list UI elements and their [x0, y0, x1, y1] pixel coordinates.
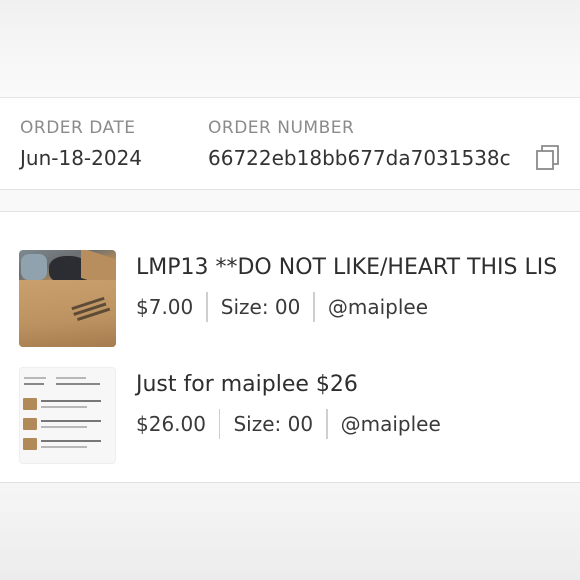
order-date-label: ORDER DATE [20, 118, 136, 138]
item-seller[interactable]: @maiplee [341, 412, 441, 436]
list-item[interactable]: Just for maiplee $26 $26.00 Size: 00 @ma… [0, 367, 580, 467]
order-summary-card: ORDER DATE Jun-18-2024 ORDER NUMBER 6672… [0, 97, 580, 190]
item-title[interactable]: Just for maiplee $26 [136, 371, 358, 399]
divider [218, 409, 221, 439]
order-number-value: 66722eb18bb677da7031538c [208, 146, 511, 170]
item-price: $26.00 [136, 412, 206, 436]
order-number-field: ORDER NUMBER 66722eb18bb677da7031538c [208, 118, 511, 170]
list-item[interactable]: LMP13 **DO NOT LIKE/HEART THIS LIS $7.00… [0, 250, 580, 350]
item-size: Size: 00 [233, 412, 314, 436]
item-thumbnail[interactable] [19, 250, 116, 347]
divider [326, 409, 328, 439]
divider [206, 292, 208, 322]
item-meta: $7.00 Size: 00 @maiplee [136, 292, 428, 322]
item-price: $7.00 [136, 295, 194, 319]
item-seller[interactable]: @maiplee [328, 295, 428, 319]
order-number-label: ORDER NUMBER [208, 118, 355, 138]
divider [313, 292, 315, 322]
order-date-field: ORDER DATE Jun-18-2024 [20, 118, 142, 170]
item-thumbnail[interactable] [19, 367, 116, 464]
item-title[interactable]: LMP13 **DO NOT LIKE/HEART THIS LIS [136, 254, 557, 282]
item-meta: $26.00 Size: 00 @maiplee [136, 409, 441, 439]
copy-icon[interactable] [535, 143, 561, 171]
item-size: Size: 00 [220, 295, 301, 319]
order-date-value: Jun-18-2024 [20, 146, 143, 170]
order-items-card: LMP13 **DO NOT LIKE/HEART THIS LIS $7.00… [0, 211, 580, 483]
